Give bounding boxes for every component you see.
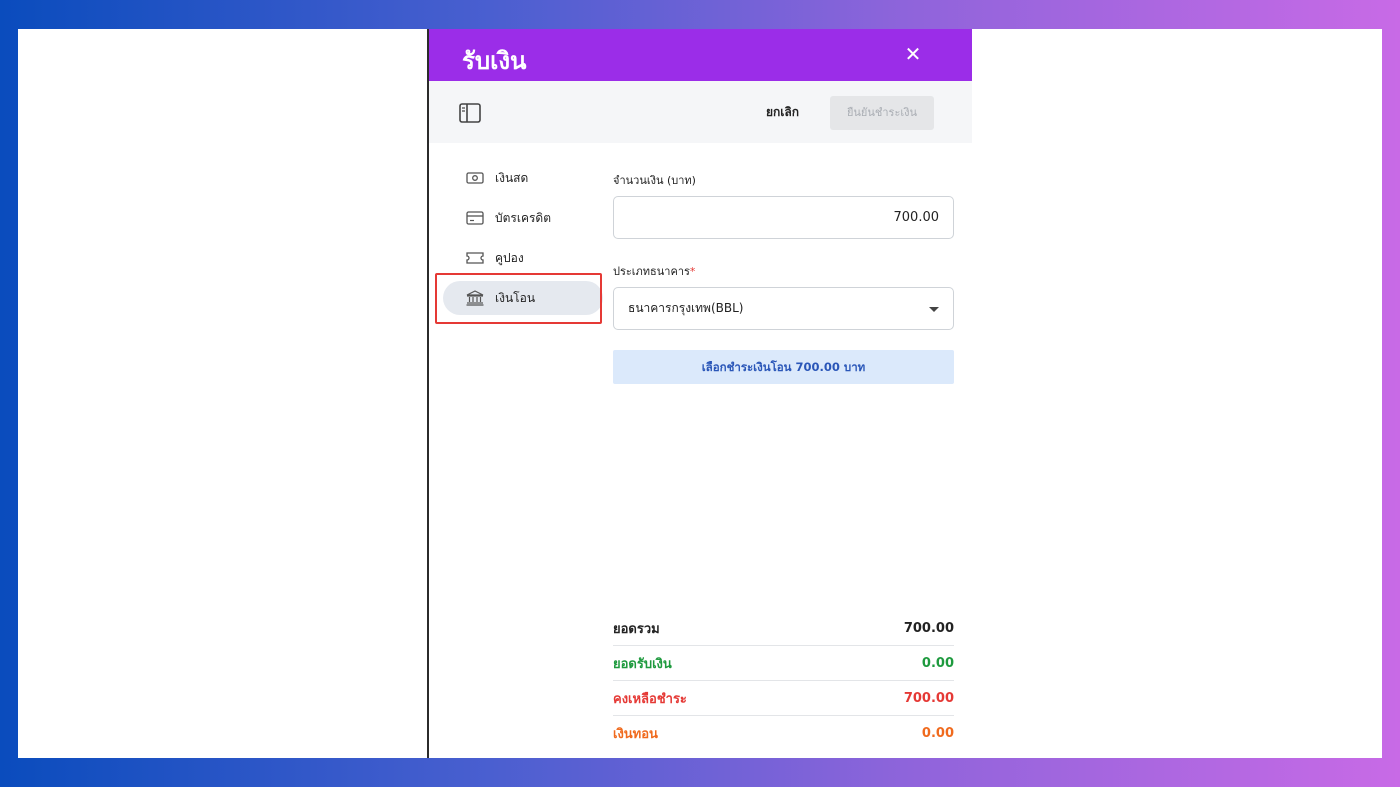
bank-type-select[interactable]: ธนาคารกรุงเทพ(BBL) xyxy=(613,287,954,330)
method-label: เงินสด xyxy=(495,170,529,185)
screen-canvas: รับเงิน ✕ ยกเลิก ยืนยันชำระเงิน เงินสด บ… xyxy=(18,29,1382,758)
coupon-icon xyxy=(465,250,485,266)
method-coupon[interactable]: คูปอง xyxy=(443,241,603,275)
summary-label: เงินทอน xyxy=(613,727,658,742)
method-bank-transfer[interactable]: เงินโอน xyxy=(443,281,603,315)
summary-row-change: เงินทอน 0.00 xyxy=(613,716,954,751)
summary-label: ยอดรับเงิน xyxy=(613,656,672,672)
summary-value: 700.00 xyxy=(903,690,954,706)
method-label: คูปอง xyxy=(495,250,524,265)
dialog-title: รับเงิน xyxy=(462,47,527,75)
confirm-payment-button[interactable]: ยืนยันชำระเงิน xyxy=(830,96,934,130)
required-mark: * xyxy=(689,265,696,278)
method-label: บัตรเครดิต xyxy=(495,210,552,225)
close-button[interactable]: ✕ xyxy=(900,41,926,67)
amount-label: จำนวนเงิน (บาท) xyxy=(613,174,696,187)
sidebar-toggle-icon[interactable] xyxy=(459,103,481,123)
bank-type-label-text: ประเภทธนาคาร xyxy=(613,265,690,278)
summary-value: 0.00 xyxy=(921,726,954,741)
dialog-toolbar: ยกเลิก ยืนยันชำระเงิน xyxy=(429,81,972,143)
payment-summary: ยอดรวม 700.00 ยอดรับเงิน 0.00 คงเหลือชำร… xyxy=(613,611,954,751)
method-credit-card[interactable]: บัตรเครดิต xyxy=(443,201,603,235)
payment-method-list: เงินสด บัตรเครดิต คูปอง เงินโอน xyxy=(443,161,603,321)
method-label: เงินโอน xyxy=(495,290,536,305)
summary-label: คงเหลือชำระ xyxy=(613,691,687,707)
dialog-header: รับเงิน ✕ xyxy=(429,29,972,81)
summary-label: ยอดรวม xyxy=(613,621,660,637)
payment-form: จำนวนเงิน (บาท) ประเภทธนาคาร* ธนาคารกรุง… xyxy=(613,171,954,384)
bank-type-value: ธนาคารกรุงเทพ(BBL) xyxy=(628,301,744,315)
cancel-button[interactable]: ยกเลิก xyxy=(766,103,799,122)
credit-card-icon xyxy=(465,210,485,226)
summary-value: 700.00 xyxy=(903,620,954,636)
bank-icon xyxy=(465,290,485,306)
bank-type-label: ประเภทธนาคาร* xyxy=(613,262,954,280)
select-transfer-button[interactable]: เลือกชำระเงินโอน 700.00 บาท xyxy=(613,350,954,384)
caret-down-icon xyxy=(929,307,939,312)
summary-row-received: ยอดรับเงิน 0.00 xyxy=(613,646,954,681)
summary-row-remaining: คงเหลือชำระ 700.00 xyxy=(613,681,954,716)
amount-input[interactable] xyxy=(613,196,954,239)
method-cash[interactable]: เงินสด xyxy=(443,161,603,195)
summary-row-total: ยอดรวม 700.00 xyxy=(613,611,954,646)
summary-value: 0.00 xyxy=(921,655,954,671)
cash-icon xyxy=(465,170,485,186)
payment-dialog: รับเงิน ✕ ยกเลิก ยืนยันชำระเงิน เงินสด บ… xyxy=(427,29,972,758)
